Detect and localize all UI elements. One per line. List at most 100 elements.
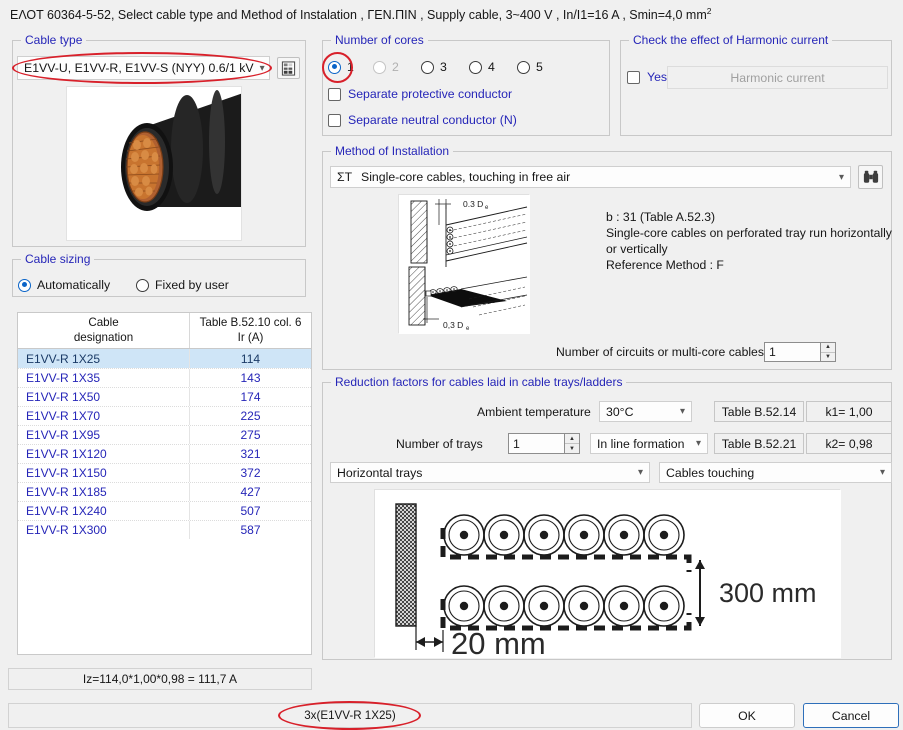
separate-protective-conductor-checkbox[interactable]: Separate protective conductor [328, 87, 512, 101]
separate-neutral-conductor-label: Separate neutral conductor (N) [348, 113, 517, 127]
number-of-trays-stepper[interactable]: 1 ▲ ▼ [508, 433, 580, 454]
cores-radio-4[interactable]: 4 [469, 60, 495, 74]
radio-dot-icon [469, 61, 482, 74]
cell-current-rating: 114 [190, 352, 311, 366]
radio-dot-icon [421, 61, 434, 74]
sizing-radio-fixed-by-user-label: Fixed by user [155, 278, 229, 292]
cores-radio-2: 2 [373, 60, 399, 74]
cable-sizing-table[interactable]: Cable designation Table B.52.10 col. 6 I… [17, 312, 312, 655]
cell-current-rating: 321 [190, 447, 311, 461]
table-icon [281, 61, 296, 76]
cores-radio-2-label: 2 [392, 60, 399, 74]
radio-dot-icon [328, 61, 341, 74]
sizing-radio-automatically[interactable]: Automatically [18, 278, 110, 292]
radio-dot-icon [18, 279, 31, 292]
k1-value-text: k1= 1,00 [825, 405, 872, 419]
number-of-trays-spin-buttons[interactable]: ▲ ▼ [564, 433, 580, 454]
cores-radio-1[interactable]: 1 [328, 60, 354, 74]
cores-radio-3[interactable]: 3 [421, 60, 447, 74]
table-row[interactable]: E1VV-R 1X300587 [18, 520, 311, 539]
table-row[interactable]: E1VV-R 1X120321 [18, 444, 311, 463]
installation-method-value: Single-core cables, touching in free air [361, 170, 570, 184]
formation-combo[interactable]: In line formation ▾ [590, 433, 708, 454]
separate-neutral-conductor-checkbox[interactable]: Separate neutral conductor (N) [328, 113, 517, 127]
cable-cross-section-illustration [67, 87, 242, 241]
cell-current-rating: 507 [190, 504, 311, 518]
number-of-circuits-value[interactable]: 1 [764, 342, 820, 362]
cable-photo [66, 86, 242, 241]
cell-cable-designation: E1VV-R 1X95 [18, 426, 190, 444]
sizing-radio-automatically-label: Automatically [37, 278, 110, 292]
checkbox-icon [328, 114, 341, 127]
number-of-circuits-stepper[interactable]: 1 ▲ ▼ [764, 342, 836, 362]
radio-dot-icon [517, 61, 530, 74]
cable-spacing-combo[interactable]: Cables touching ▾ [659, 462, 892, 483]
ambient-temperature-combo[interactable]: 30°C ▾ [599, 401, 692, 422]
cable-type-combo[interactable]: E1VV-U, E1VV-R, E1VV-S (NYY) 0.6/1 kV ▾ [17, 56, 270, 80]
table-row[interactable]: E1VV-R 1X95275 [18, 425, 311, 444]
svg-text:0,3 D: 0,3 D [443, 320, 463, 330]
formation-value: In line formation [597, 437, 685, 451]
page-title-text: ΕΛΟΤ 60364-5-52, Select cable type and M… [10, 8, 707, 22]
ambient-temperature-value: 30°C [606, 405, 633, 419]
cancel-button[interactable]: Cancel [803, 703, 899, 728]
perforated-tray-diagram: 0.3 D e 0,3 D e [399, 195, 530, 334]
table-b5214-button[interactable]: Table B.52.14 [714, 401, 804, 422]
tray-orientation-combo[interactable]: Horizontal trays ▾ [330, 462, 650, 483]
cell-cable-designation: E1VV-R 1X300 [18, 521, 190, 539]
installation-method-search-button[interactable] [858, 165, 883, 189]
table-row[interactable]: E1VV-R 1X150372 [18, 463, 311, 482]
checkbox-icon [627, 71, 640, 84]
page-title: ΕΛΟΤ 60364-5-52, Select cable type and M… [0, 0, 903, 28]
table-b5221-button[interactable]: Table B.52.21 [714, 433, 804, 454]
harmonic-yes-checkbox[interactable]: Yes [627, 70, 667, 84]
k2-value: k2= 0,98 [806, 433, 892, 454]
separate-protective-conductor-label: Separate protective conductor [348, 87, 512, 101]
cores-radio-5[interactable]: 5 [517, 60, 543, 74]
cell-current-rating: 225 [190, 409, 311, 423]
current-capacity-summary-text: Iz=114,0*1,00*0,98 = 111,7 A [83, 672, 237, 686]
chevron-down-icon: ▾ [632, 467, 643, 478]
table-b5221-label: Table B.52.21 [722, 437, 797, 451]
table-row[interactable]: E1VV-R 1X185427 [18, 482, 311, 501]
cell-current-rating: 587 [190, 523, 311, 537]
method-of-installation-legend: Method of Installation [331, 144, 453, 158]
table-row[interactable]: E1VV-R 1X35143 [18, 368, 311, 387]
k2-value-text: k2= 0,98 [825, 437, 872, 451]
cell-current-rating: 174 [190, 390, 311, 404]
cell-cable-designation: E1VV-R 1X240 [18, 502, 190, 520]
number-of-trays-value[interactable]: 1 [508, 433, 564, 454]
ok-button[interactable]: OK [699, 703, 795, 728]
installation-method-combo[interactable]: ΣΤ Single-core cables, touching in free … [330, 166, 851, 188]
ok-button-label: OK [738, 709, 756, 723]
status-bar: 3x(E1VV-R 1X25) [8, 703, 692, 728]
table-row[interactable]: E1VV-R 1X70225 [18, 406, 311, 425]
table-row[interactable]: E1VV-R 1X25114 [18, 349, 311, 368]
cable-type-table-button[interactable] [277, 57, 300, 79]
cell-cable-designation: E1VV-R 1X185 [18, 483, 190, 501]
cancel-button-label: Cancel [832, 709, 870, 723]
spin-down-icon[interactable]: ▼ [565, 444, 579, 453]
table-row[interactable]: E1VV-R 1X50174 [18, 387, 311, 406]
header-col2-line2: Ir (A) [238, 331, 264, 345]
number-of-circuits-spin-buttons[interactable]: ▲ ▼ [820, 342, 836, 362]
checkbox-icon [328, 88, 341, 101]
harmonic-yes-label: Yes [647, 70, 667, 84]
spin-down-icon[interactable]: ▼ [821, 353, 835, 362]
chevron-down-icon: ▾ [874, 467, 885, 478]
page-title-superscript: 2 [707, 6, 712, 16]
cell-current-rating: 427 [190, 485, 311, 499]
table-header-current: Table B.52.10 col. 6 Ir (A) [190, 313, 311, 348]
chevron-down-icon: ▾ [254, 63, 265, 74]
cable-type-legend: Cable type [21, 33, 86, 47]
number-of-cores-legend: Number of cores [331, 33, 428, 47]
cores-radio-3-label: 3 [440, 60, 447, 74]
spin-up-icon[interactable]: ▲ [821, 343, 835, 353]
spin-up-icon[interactable]: ▲ [565, 434, 579, 444]
harmonic-current-button[interactable]: Harmonic current [667, 66, 888, 89]
installation-method-description: b : 31 (Table A.52.3) Single-core cables… [606, 209, 896, 273]
table-body: E1VV-R 1X25114E1VV-R 1X35143E1VV-R 1X501… [18, 349, 311, 539]
sizing-radio-fixed-by-user[interactable]: Fixed by user [136, 278, 229, 292]
cable-sizing-legend: Cable sizing [21, 252, 94, 266]
table-row[interactable]: E1VV-R 1X240507 [18, 501, 311, 520]
